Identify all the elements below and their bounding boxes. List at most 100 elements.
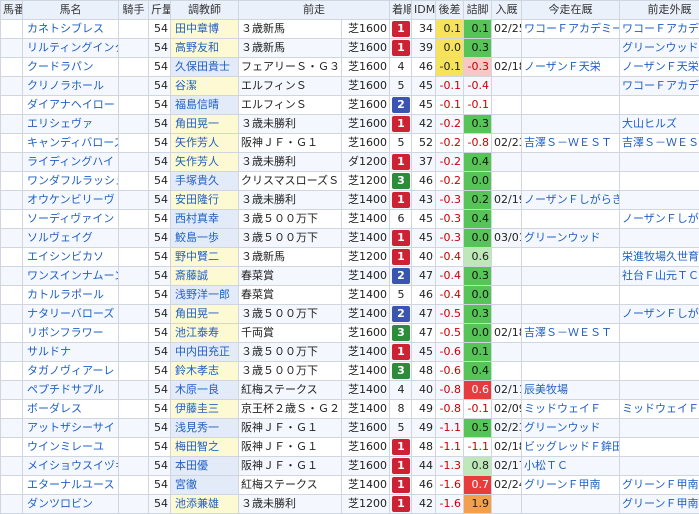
trainer-cell[interactable]: 中内田充正 — [171, 343, 239, 362]
horse-name-link[interactable]: ソーディヴァイン — [23, 210, 119, 229]
trainer-cell[interactable]: 西村真幸 — [171, 210, 239, 229]
out-stable-link[interactable] — [620, 324, 699, 343]
out-stable-link[interactable]: ノーザンＦ天栄 — [620, 58, 699, 77]
trainer-cell[interactable]: 池江泰寿 — [171, 324, 239, 343]
trainer-link[interactable]: 久保田貴士 — [171, 58, 238, 76]
horse-name-link[interactable]: ナタリーバローズ — [23, 305, 119, 324]
trainer-link[interactable]: 斎藤誠 — [171, 267, 238, 285]
in-stable-link[interactable]: グリーンＦ甲南 — [522, 476, 620, 495]
trainer-link[interactable]: 池添兼雄 — [171, 495, 238, 513]
in-stable-link[interactable] — [522, 39, 620, 58]
trainer-cell[interactable]: 田中章博 — [171, 20, 239, 39]
trainer-cell[interactable]: 谷潔 — [171, 77, 239, 96]
horse-name-link[interactable]: リルティングインク — [23, 39, 119, 58]
trainer-cell[interactable]: 角田晃一 — [171, 305, 239, 324]
out-stable-link[interactable] — [620, 457, 699, 476]
horse-name-link[interactable]: ワンスインナムーン — [23, 267, 119, 286]
out-stable-link[interactable]: 栄進牧場久世育成Ｃ — [620, 248, 699, 267]
out-stable-link[interactable]: 吉澤Ｓ－ＷＥＳＴ — [620, 134, 699, 153]
col-prev-race[interactable]: 前走 — [239, 1, 390, 20]
trainer-cell[interactable]: 野中賢二 — [171, 248, 239, 267]
horse-name-link[interactable]: クリノラホール — [23, 77, 119, 96]
trainer-link[interactable]: 池江泰寿 — [171, 324, 238, 342]
trainer-link[interactable]: 手塚貴久 — [171, 172, 238, 190]
trainer-link[interactable]: 谷潔 — [171, 77, 238, 95]
trainer-cell[interactable]: 浅野洋一郎 — [171, 286, 239, 305]
horse-name-link[interactable]: ペプチドサプル — [23, 381, 119, 400]
horse-name-link[interactable]: キャンディバローズ — [23, 134, 119, 153]
in-stable-link[interactable] — [522, 305, 620, 324]
col-umaban[interactable]: 馬番 — [1, 1, 23, 20]
out-stable-link[interactable]: 社台Ｆ山元ＴＣ — [620, 267, 699, 286]
in-stable-link[interactable] — [522, 153, 620, 172]
col-jockey[interactable]: 騎手 — [119, 1, 149, 20]
col-tc[interactable]: 詰脚 — [464, 1, 492, 20]
in-stable-link[interactable] — [522, 343, 620, 362]
col-weight[interactable]: 斤量 — [149, 1, 171, 20]
trainer-cell[interactable]: 梅田智之 — [171, 438, 239, 457]
trainer-link[interactable]: 高野友和 — [171, 39, 238, 57]
trainer-cell[interactable]: 矢作芳人 — [171, 153, 239, 172]
trainer-link[interactable]: 野中賢二 — [171, 248, 238, 266]
out-stable-link[interactable]: グリーンＦ甲南 — [620, 495, 699, 514]
trainer-cell[interactable]: 手塚貴久 — [171, 172, 239, 191]
in-stable-link[interactable]: ワコーＦアカデミー — [522, 20, 620, 39]
horse-name-link[interactable]: クードラパン — [23, 58, 119, 77]
trainer-cell[interactable]: 木原一良 — [171, 381, 239, 400]
trainer-link[interactable]: 中内田充正 — [171, 343, 238, 361]
col-trainer[interactable]: 調教師 — [171, 1, 239, 20]
out-stable-link[interactable] — [620, 153, 699, 172]
trainer-cell[interactable]: 矢作芳人 — [171, 134, 239, 153]
in-stable-link[interactable]: ミッドウェイＦ — [522, 400, 620, 419]
trainer-link[interactable]: 角田晃一 — [171, 115, 238, 133]
out-stable-link[interactable] — [620, 96, 699, 115]
trainer-link[interactable]: 角田晃一 — [171, 305, 238, 323]
horse-name-link[interactable]: エターナルユース — [23, 476, 119, 495]
horse-name-link[interactable]: ボーダレス — [23, 400, 119, 419]
trainer-cell[interactable]: 鈴木孝志 — [171, 362, 239, 381]
out-stable-link[interactable]: ミッドウェイＦ — [620, 400, 699, 419]
trainer-link[interactable]: 安田隆行 — [171, 191, 238, 209]
trainer-cell[interactable]: 本田優 — [171, 457, 239, 476]
col-nyukyu[interactable]: 入厩 — [492, 1, 522, 20]
out-stable-link[interactable]: グリーンＦ甲南 — [620, 476, 699, 495]
out-stable-link[interactable] — [620, 191, 699, 210]
in-stable-link[interactable]: グリーンウッド — [522, 229, 620, 248]
horse-name-link[interactable]: メイショウスイヅキ — [23, 457, 119, 476]
in-stable-link[interactable] — [522, 96, 620, 115]
in-stable-link[interactable] — [522, 495, 620, 514]
out-stable-link[interactable] — [620, 286, 699, 305]
out-stable-link[interactable] — [620, 419, 699, 438]
in-stable-link[interactable]: グリーンウッド — [522, 419, 620, 438]
col-name[interactable]: 馬名 — [23, 1, 119, 20]
col-hc[interactable]: 後差 — [436, 1, 464, 20]
in-stable-link[interactable]: 吉澤Ｓ－ＷＥＳＴ — [522, 134, 620, 153]
out-stable-link[interactable]: ワコーＦアカデミー — [620, 20, 699, 39]
trainer-cell[interactable]: 浅見秀一 — [171, 419, 239, 438]
trainer-link[interactable]: 矢作芳人 — [171, 153, 238, 171]
col-kyosou-out[interactable]: 前走外厩 — [620, 1, 699, 20]
trainer-link[interactable]: 西村真幸 — [171, 210, 238, 228]
in-stable-link[interactable]: 小松ＴＣ — [522, 457, 620, 476]
trainer-link[interactable]: 木原一良 — [171, 381, 238, 399]
trainer-link[interactable]: 鮫島一歩 — [171, 229, 238, 247]
trainer-cell[interactable]: 斎藤誠 — [171, 267, 239, 286]
trainer-link[interactable]: 田中章博 — [171, 20, 238, 38]
out-stable-link[interactable]: ノーザンＦしがらき — [620, 305, 699, 324]
out-stable-link[interactable] — [620, 362, 699, 381]
col-kyosou-in[interactable]: 今走在厩 — [522, 1, 620, 20]
in-stable-link[interactable] — [522, 115, 620, 134]
trainer-cell[interactable]: 伊藤圭三 — [171, 400, 239, 419]
horse-name-link[interactable]: エイシンビカソ — [23, 248, 119, 267]
horse-name-link[interactable]: アットザシーサイド — [23, 419, 119, 438]
horse-name-link[interactable]: エリシェヴァ — [23, 115, 119, 134]
in-stable-link[interactable] — [522, 267, 620, 286]
in-stable-link[interactable]: ノーザンＦしがらき — [522, 191, 620, 210]
trainer-link[interactable]: 梅田智之 — [171, 438, 238, 456]
in-stable-link[interactable]: 吉澤Ｓ－ＷＥＳＴ — [522, 324, 620, 343]
out-stable-link[interactable] — [620, 438, 699, 457]
trainer-cell[interactable]: 角田晃一 — [171, 115, 239, 134]
horse-name-link[interactable]: ウインミレーユ — [23, 438, 119, 457]
trainer-cell[interactable]: 久保田貴士 — [171, 58, 239, 77]
trainer-link[interactable]: 宮徹 — [171, 476, 238, 494]
